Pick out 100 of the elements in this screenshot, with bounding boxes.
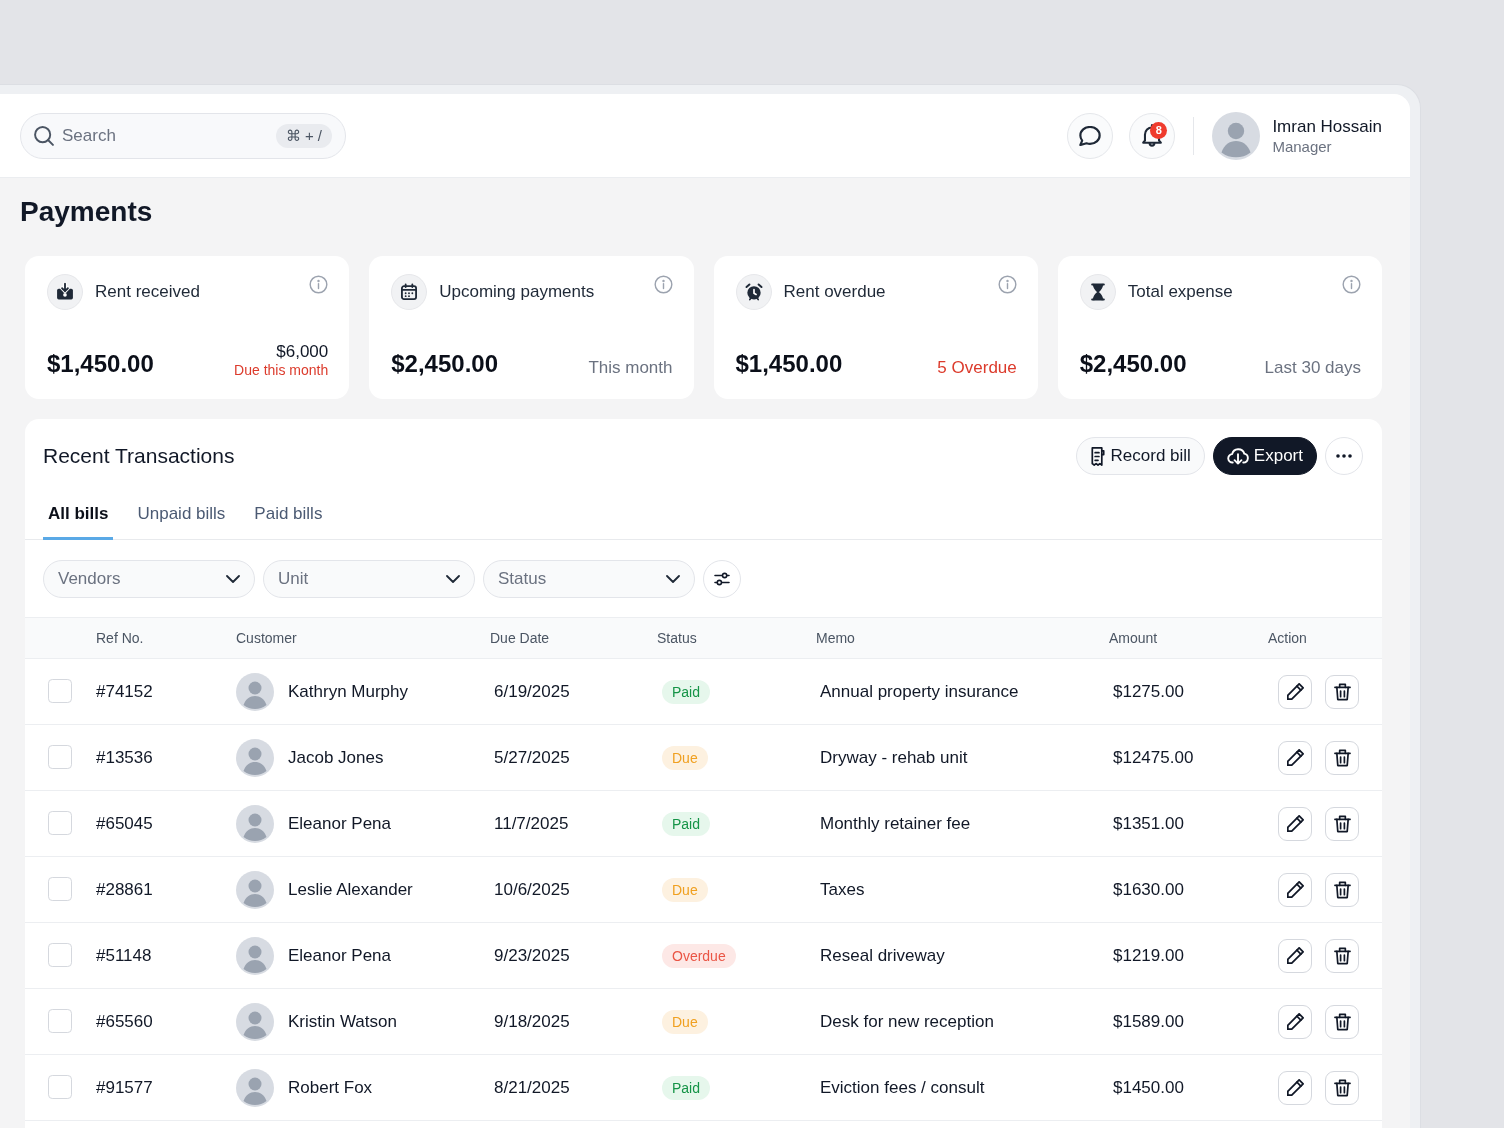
due-date: 9/18/2025 — [494, 1011, 570, 1031]
amount-text: $1589.00 — [1113, 1011, 1184, 1031]
pencil-icon — [1286, 749, 1304, 766]
amount-text: $1351.00 — [1113, 813, 1184, 833]
stat-title: Total expense — [1127, 281, 1233, 304]
row-checkbox[interactable] — [48, 810, 72, 835]
sliders-icon — [713, 572, 731, 586]
receipt-icon — [1089, 446, 1106, 466]
row-checkbox[interactable] — [48, 1008, 72, 1033]
edit-button[interactable] — [1278, 806, 1312, 841]
memo-text: Monthly retainer fee — [820, 813, 971, 833]
due-date: 11/7/2025 — [494, 813, 569, 833]
notifications-button[interactable]: 8 — [1129, 112, 1176, 159]
stat-title: Upcoming payments — [439, 281, 595, 304]
pencil-icon — [1286, 881, 1304, 898]
row-checkbox[interactable] — [48, 1074, 72, 1099]
status-badge: Due — [662, 877, 708, 902]
info-icon — [997, 275, 1017, 294]
column-header: Action — [1268, 629, 1307, 646]
stat-value: $1,450.00 — [735, 349, 843, 379]
stat-value: $1,450.00 — [47, 349, 154, 379]
customer-avatar-icon — [236, 1068, 274, 1107]
amount-text: $1450.00 — [1113, 1077, 1184, 1097]
ref-number: #74152 — [96, 681, 153, 701]
status-badge: Due — [662, 1009, 708, 1034]
status-badge: Paid — [662, 811, 711, 836]
chevron-down-icon — [446, 575, 460, 583]
customer-name: Robert Fox — [288, 1076, 373, 1099]
edit-button[interactable] — [1278, 674, 1312, 709]
ref-number: #65560 — [96, 1011, 153, 1031]
stat-note: Last 30 days — [1264, 357, 1361, 379]
edit-button[interactable] — [1278, 938, 1312, 973]
customer-name: Jacob Jones — [288, 746, 384, 769]
trash-icon — [1333, 814, 1351, 833]
ref-number: #91577 — [96, 1077, 153, 1097]
user-avatar-icon — [1212, 111, 1261, 160]
delete-button[interactable] — [1325, 674, 1359, 709]
stat-amount: $6,000 — [275, 342, 329, 362]
row-checkbox[interactable] — [48, 678, 72, 703]
status-badge: Due — [662, 745, 708, 770]
ref-number: #28861 — [96, 879, 153, 899]
row-checkbox[interactable] — [48, 744, 72, 769]
filter-dropdown[interactable]: Unit — [263, 560, 475, 598]
delete-button[interactable] — [1325, 1004, 1359, 1039]
due-date: 5/27/2025 — [494, 747, 570, 767]
amount-text: $1275.00 — [1113, 681, 1184, 701]
delete-button[interactable] — [1325, 1070, 1359, 1105]
pencil-icon — [1286, 947, 1304, 964]
more-button[interactable] — [1325, 437, 1363, 475]
cloud-download-icon — [1226, 446, 1249, 466]
delete-button[interactable] — [1325, 740, 1359, 775]
export-button[interactable]: Export — [1212, 437, 1317, 475]
trash-icon — [1333, 1012, 1351, 1031]
tab[interactable]: Paid bills — [249, 504, 328, 540]
customer-avatar-icon — [236, 936, 274, 975]
customer-name: Eleanor Pena — [288, 812, 392, 835]
row-checkbox[interactable] — [48, 876, 72, 901]
customer-name: Kathryn Murphy — [288, 680, 408, 703]
record-bill-button[interactable]: Record bill — [1075, 437, 1205, 475]
delete-button[interactable] — [1325, 872, 1359, 907]
ref-number: #13536 — [96, 747, 153, 767]
column-header: Customer — [236, 629, 297, 646]
column-header: Memo — [816, 629, 855, 646]
delete-button[interactable] — [1325, 938, 1359, 973]
edit-button[interactable] — [1278, 1070, 1312, 1105]
tab[interactable]: All bills — [43, 504, 114, 540]
user-name: Imran Hossain — [1272, 115, 1382, 137]
alarm-clock-icon — [735, 274, 772, 310]
filter-dropdown[interactable]: Vendors — [43, 560, 255, 598]
memo-text: Dryway - rehab unit — [820, 747, 968, 767]
user-role: Manager — [1272, 136, 1333, 156]
filter-button[interactable] — [703, 560, 741, 598]
memo-text: Desk for new reception — [820, 1011, 994, 1031]
due-date: 9/23/2025 — [494, 945, 570, 965]
row-checkbox[interactable] — [48, 942, 72, 967]
edit-button[interactable] — [1278, 740, 1312, 775]
customer-avatar-icon — [236, 1002, 274, 1041]
edit-button[interactable] — [1278, 872, 1312, 907]
status-badge: Paid — [662, 679, 711, 704]
stat-note: This month — [588, 357, 673, 379]
trash-icon — [1333, 682, 1351, 701]
edit-button[interactable] — [1278, 1004, 1312, 1039]
filter-dropdown[interactable]: Status — [483, 560, 695, 598]
customer-avatar-icon — [236, 804, 274, 843]
notification-count-badge: 8 — [1150, 121, 1168, 139]
customer-avatar-icon — [236, 672, 274, 711]
due-date: 6/19/2025 — [494, 681, 570, 701]
trash-icon — [1333, 946, 1351, 965]
search-icon — [34, 125, 54, 146]
customer-name: Eleanor Pena — [288, 944, 392, 967]
status-badge: Paid — [662, 1075, 711, 1100]
tab[interactable]: Unpaid bills — [132, 504, 231, 540]
trash-icon — [1333, 748, 1351, 767]
section-title: Recent Transactions — [43, 443, 235, 470]
customer-name: Leslie Alexander — [288, 878, 413, 901]
stat-note: Due this month — [234, 362, 329, 379]
pencil-icon — [1286, 1079, 1304, 1096]
delete-button[interactable] — [1325, 806, 1359, 841]
amount-text: $12475.00 — [1113, 747, 1194, 767]
info-icon — [653, 275, 673, 294]
